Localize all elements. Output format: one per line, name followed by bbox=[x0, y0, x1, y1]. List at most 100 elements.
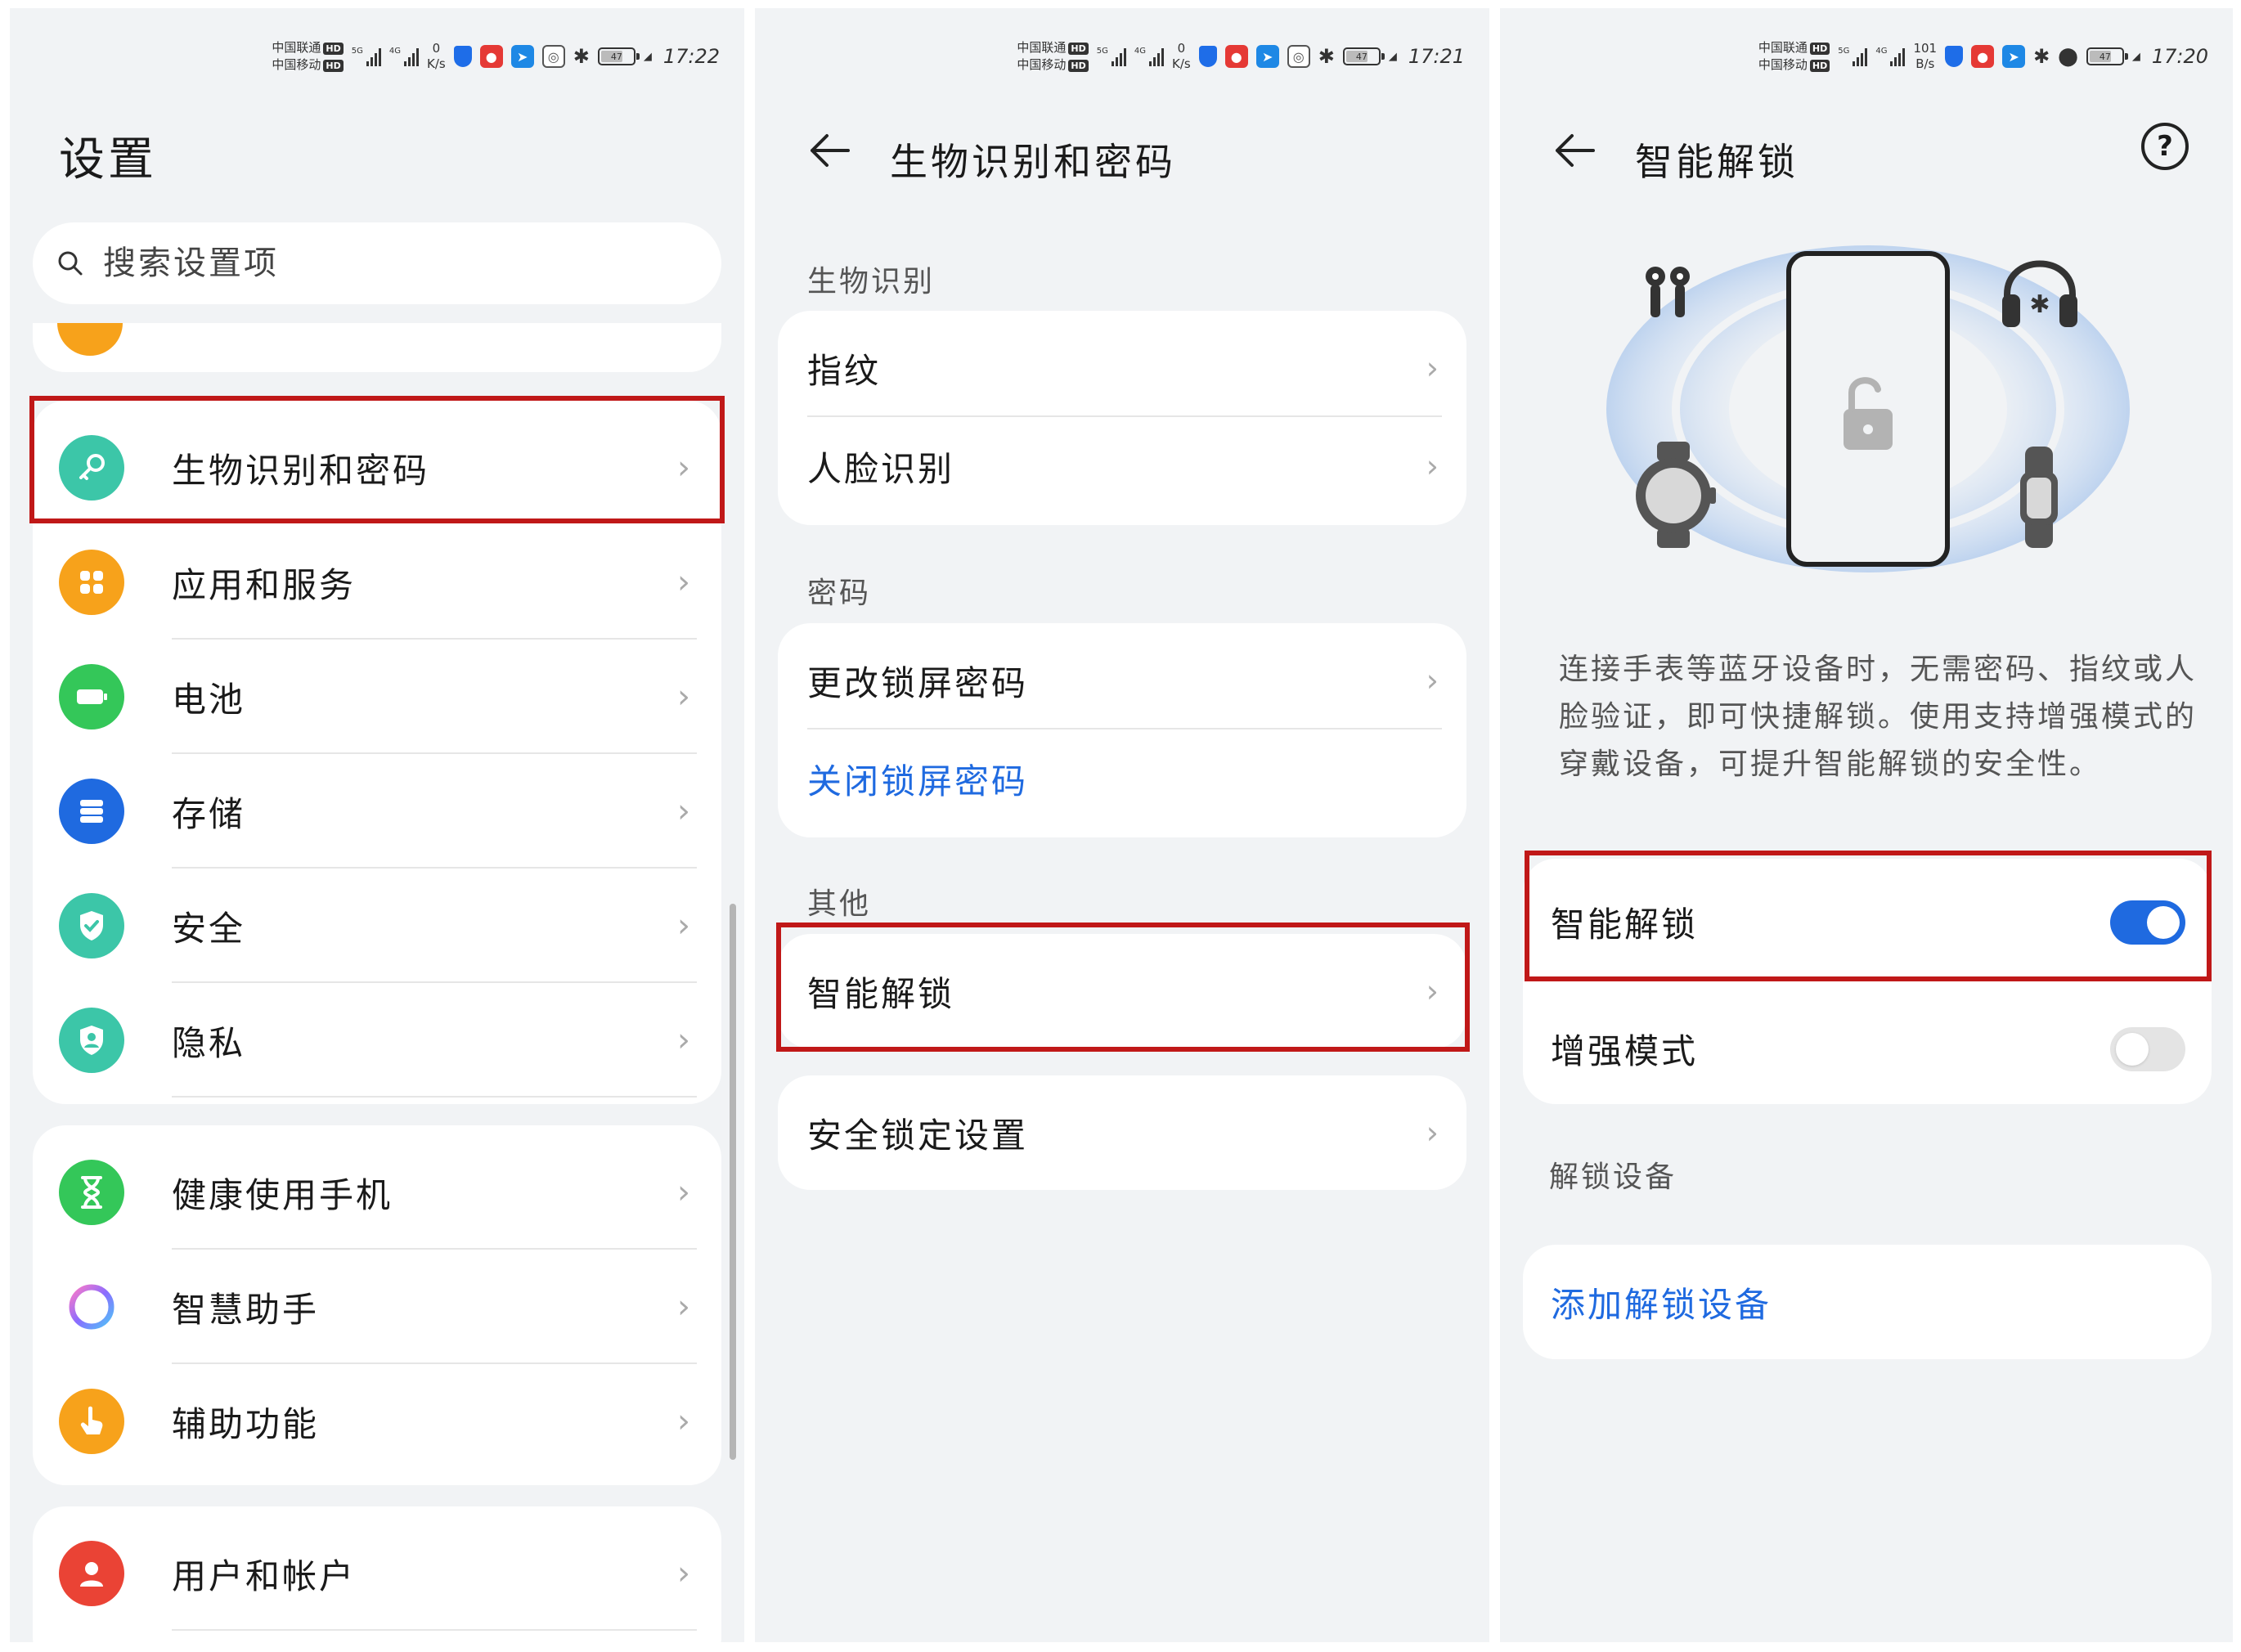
smart-unlock-screen: 中国联通 HD 中国移动 HD 5G 4G 101 B/s ● ➤ ✱ ⬤ 47 ◢ … bbox=[1500, 8, 2233, 1642]
security-shield-icon bbox=[453, 46, 472, 67]
help-icon[interactable]: ? bbox=[2141, 123, 2189, 170]
signal-icon: 4G bbox=[1875, 47, 1906, 66]
settings-group-1: 生物识别和密码 › 应用和服务 › 电池 › 存储 › 安全 › 隐私 › bbox=[33, 401, 721, 1104]
signal-icon: 5G bbox=[1838, 47, 1868, 66]
settings-item-accessibility[interactable]: 辅助功能 › bbox=[33, 1364, 721, 1479]
smart-unlock-item[interactable]: 智能解锁 › bbox=[778, 942, 1466, 1040]
security-shield-icon bbox=[1945, 46, 1964, 67]
net-speed: 0 K/s bbox=[427, 41, 446, 71]
charging-leaf-icon: ◢ bbox=[643, 50, 652, 63]
signal-icon: 5G bbox=[352, 47, 381, 66]
settings-group-2: 健康使用手机 › 智慧助手 › 辅助功能 › bbox=[33, 1125, 721, 1485]
battery-indicator: 47 bbox=[1342, 47, 1385, 65]
hourglass-icon bbox=[59, 1160, 124, 1225]
net-speed: 101 B/s bbox=[1913, 41, 1938, 71]
chevron-right-icon: › bbox=[1426, 973, 1439, 1009]
battery-icon bbox=[59, 664, 124, 729]
settings-item-privacy[interactable]: 隐私 › bbox=[33, 983, 721, 1098]
chevron-right-icon: › bbox=[1426, 350, 1439, 386]
settings-item-battery[interactable]: 电池 › bbox=[33, 640, 721, 754]
shield-check-icon bbox=[59, 893, 124, 958]
search-bar[interactable] bbox=[33, 222, 721, 304]
settings-item-security[interactable]: 安全 › bbox=[33, 869, 721, 983]
fingerprint-item[interactable]: 指纹 › bbox=[778, 319, 1466, 417]
bluetooth-icon: ✱ bbox=[2033, 45, 2050, 68]
app-notification-icon: ● bbox=[1971, 45, 1995, 68]
settings-item-users[interactable]: 用户和帐户 › bbox=[33, 1516, 721, 1631]
apps-grid-icon bbox=[59, 550, 124, 615]
charging-leaf-icon: ◢ bbox=[1388, 50, 1397, 63]
chevron-right-icon: › bbox=[677, 1021, 690, 1059]
chevron-right-icon: › bbox=[1426, 662, 1439, 698]
add-device-card[interactable]: 添加解锁设备 bbox=[1523, 1245, 2212, 1359]
chevron-right-icon: › bbox=[677, 449, 690, 487]
settings-item-apps[interactable]: 应用和服务 › bbox=[33, 525, 721, 640]
settings-item-storage[interactable]: 存储 › bbox=[33, 754, 721, 869]
app-notification-icon: ● bbox=[1224, 45, 1248, 68]
section-title-password: 密码 bbox=[807, 577, 872, 610]
bluetooth-icon: ✱ bbox=[1318, 45, 1335, 68]
face-recognition-item[interactable]: 人脸识别 › bbox=[778, 417, 1466, 515]
charging-leaf-icon: ◢ bbox=[2131, 50, 2140, 63]
search-icon bbox=[58, 251, 83, 276]
section-title-other: 其他 bbox=[807, 887, 872, 921]
section-title-devices: 解锁设备 bbox=[1549, 1160, 1677, 1194]
settings-screen: 中国联通 HD 中国移动 HD 5G 4G 0 K/s ● ➤ ◎ ✱ 47 ◢ 17… bbox=[10, 8, 744, 1642]
clock: 17:21 bbox=[1408, 45, 1465, 68]
settings-group-3: 用户和帐户 › bbox=[33, 1506, 721, 1642]
smart-unlock-toggle[interactable] bbox=[2110, 900, 2185, 945]
chevron-right-icon: › bbox=[677, 563, 690, 601]
biometric-card: 指纹 › 人脸识别 › bbox=[778, 311, 1466, 525]
description: 连接手表等蓝牙设备时，无需密码、指纹或人脸验证，即可快捷解锁。使用支持增强模式的… bbox=[1559, 653, 2198, 781]
search-input[interactable] bbox=[103, 245, 692, 282]
notification-icon: ◎ bbox=[541, 45, 565, 68]
signal-icon: 5G bbox=[1097, 47, 1126, 66]
message-app-icon: ➤ bbox=[510, 45, 534, 68]
storage-icon bbox=[59, 779, 124, 844]
status-bar: 中国联通 HD 中国移动 HD 5G 4G 101 B/s ● ➤ ✱ ⬤ 47 ◢ … bbox=[1758, 40, 2208, 72]
assistant-ring-icon bbox=[59, 1274, 124, 1340]
scrollbar[interactable] bbox=[730, 904, 736, 1460]
password-card: 更改锁屏密码 › 关闭锁屏密码 bbox=[778, 623, 1466, 837]
chevron-right-icon: › bbox=[677, 1288, 690, 1326]
page-title: 设置 bbox=[59, 133, 157, 186]
fitness-band-icon bbox=[2020, 447, 2058, 548]
svg-text:✱: ✱ bbox=[2029, 290, 2050, 319]
smart-unlock-toggle-card: 智能解锁 增强模式 bbox=[1523, 859, 2212, 1104]
chevron-right-icon: › bbox=[677, 1403, 690, 1440]
clock: 17:22 bbox=[662, 45, 720, 68]
settings-item-assistant[interactable]: 智慧助手 › bbox=[33, 1250, 721, 1364]
settings-item-biometrics[interactable]: 生物识别和密码 › bbox=[33, 411, 721, 525]
chevron-right-icon: › bbox=[677, 1174, 690, 1211]
section-title-biometric: 生物识别 bbox=[807, 265, 936, 299]
enhanced-mode-toggle[interactable] bbox=[2110, 1026, 2185, 1071]
back-arrow-icon[interactable] bbox=[806, 131, 851, 170]
battery-indicator: 47 bbox=[2086, 47, 2128, 65]
security-shield-icon bbox=[1198, 46, 1217, 67]
headphones-icon: ✱ bbox=[2002, 260, 2077, 327]
notification-icon: ◎ bbox=[1287, 45, 1310, 68]
add-device-row[interactable]: 添加解锁设备 bbox=[1523, 1245, 2212, 1359]
signal-icon: 4G bbox=[1134, 47, 1164, 66]
chevron-right-icon: › bbox=[677, 792, 690, 830]
smart-unlock-illustration: ✱ bbox=[1606, 245, 2130, 572]
page-title: 生物识别和密码 bbox=[890, 140, 1176, 184]
change-password-item[interactable]: 更改锁屏密码 › bbox=[778, 631, 1466, 729]
status-bar: 中国联通 HD 中国移动 HD 5G 4G 0 K/s ● ➤ ◎ ✱ 47 ◢ 17… bbox=[1017, 40, 1465, 72]
message-app-icon: ➤ bbox=[2002, 45, 2026, 68]
chevron-right-icon: › bbox=[1426, 448, 1439, 484]
privacy-shield-icon bbox=[59, 1008, 124, 1073]
back-arrow-icon[interactable] bbox=[1551, 131, 1597, 170]
page-title: 智能解锁 bbox=[1635, 140, 1799, 184]
chevron-right-icon: › bbox=[677, 1555, 690, 1592]
clock: 17:20 bbox=[2151, 45, 2208, 68]
net-speed: 0 K/s bbox=[1172, 41, 1191, 71]
settings-item-digital-balance[interactable]: 健康使用手机 › bbox=[33, 1135, 721, 1250]
hand-pointer-icon bbox=[59, 1389, 124, 1454]
biometrics-screen: 中国联通 HD 中国移动 HD 5G 4G 0 K/s ● ➤ ◎ ✱ 47 ◢ 17… bbox=[755, 8, 1489, 1642]
security-lock-item[interactable]: 安全锁定设置 › bbox=[778, 1084, 1466, 1182]
disable-password-link[interactable]: 关闭锁屏密码 bbox=[778, 729, 1466, 828]
partially-scrolled-card bbox=[33, 323, 721, 372]
chevron-right-icon: › bbox=[1426, 1115, 1439, 1151]
bluetooth-icon: ✱ bbox=[573, 45, 590, 68]
